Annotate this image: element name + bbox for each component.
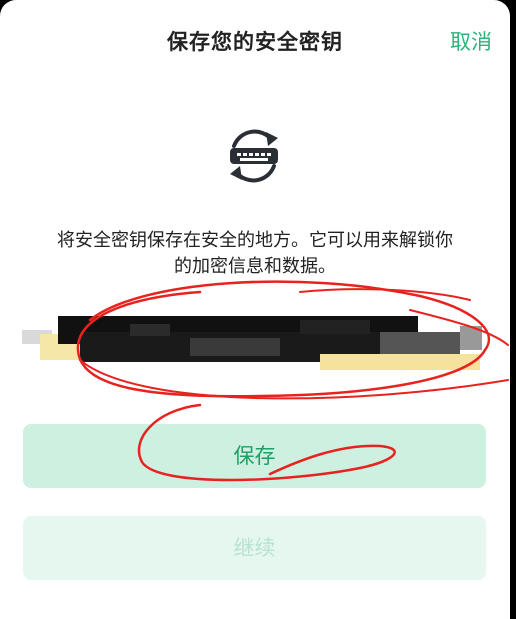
description-line-1: 将安全密钥保存在安全的地方。它可以用来解锁你 [57,230,453,251]
security-key-redacted [22,316,482,370]
save-button[interactable]: 保存 [23,424,486,488]
description-line-2: 的加密信息和数据。 [174,256,336,277]
cancel-button[interactable]: 取消 [450,26,492,56]
header: 保存您的安全密钥 取消 [0,20,510,62]
security-key-sync-icon [230,129,278,183]
save-security-key-sheet: 保存您的安全密钥 取消 将安全密钥保存在安全的地方。它可以用来解锁你 的加密信息… [0,0,510,619]
description-text: 将安全密钥保存在安全的地方。它可以用来解锁你 的加密信息和数据。 [18,228,492,280]
continue-button[interactable]: 继续 [23,516,486,580]
page-title: 保存您的安全密钥 [167,30,343,54]
